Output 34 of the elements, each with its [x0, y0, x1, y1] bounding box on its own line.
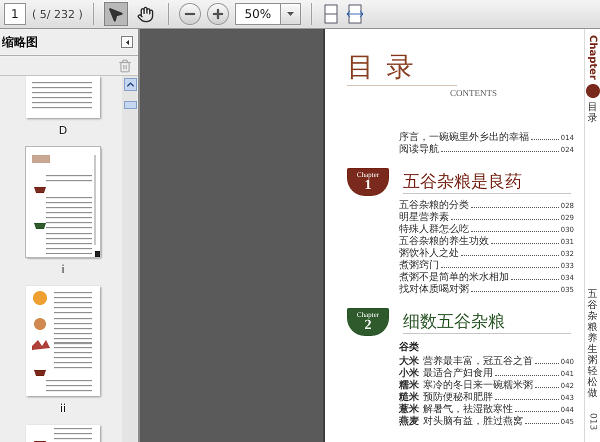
zoom-field[interactable]: 50%: [234, 3, 301, 25]
thumbnail-label: D: [58, 124, 68, 137]
tab-dot: [586, 84, 600, 98]
tab-label: 目录: [588, 102, 598, 124]
thumbnail-label: ii: [60, 402, 66, 415]
fit-page-icon[interactable]: [322, 4, 340, 24]
chapter-tab-label: Chapter: [587, 35, 598, 80]
scroll-up-button[interactable]: [124, 78, 136, 91]
page-handle[interactable]: [95, 251, 100, 257]
zoom-in-button[interactable]: [206, 3, 229, 25]
page-number-field[interactable]: 1: [4, 3, 26, 25]
thumbnail-label: i: [61, 263, 65, 276]
arrow-cursor-icon: [107, 6, 124, 22]
scrollbar[interactable]: [122, 76, 138, 442]
chapter-title: 五谷杂粮是良药: [403, 170, 571, 194]
scroll-thumb[interactable]: [124, 101, 136, 109]
select-tool-button[interactable]: [104, 2, 128, 26]
panel-title: 缩略图: [2, 34, 38, 50]
zoom-dropdown-button[interactable]: [280, 4, 300, 24]
book-title: 五谷杂粮养生粥轻松做: [588, 288, 598, 399]
page-number: 013: [588, 412, 598, 430]
caret-icon: [126, 40, 128, 44]
collapse-button[interactable]: [121, 36, 133, 48]
contents-subtitle: CONTENTS: [450, 88, 498, 98]
fit-width-icon[interactable]: [346, 4, 364, 24]
page-count: ( 5/ 232 ): [32, 8, 83, 20]
hand-icon: [137, 6, 154, 22]
section-heading: 谷类: [399, 340, 420, 354]
caret-icon: [286, 12, 294, 16]
page-thumbnail[interactable]: [26, 76, 100, 118]
contents-heading: 目 录: [347, 49, 457, 86]
chapter-title: 细数五谷杂粮: [403, 310, 571, 334]
zoom-out-button[interactable]: [178, 3, 201, 25]
plus-icon: [210, 7, 225, 21]
